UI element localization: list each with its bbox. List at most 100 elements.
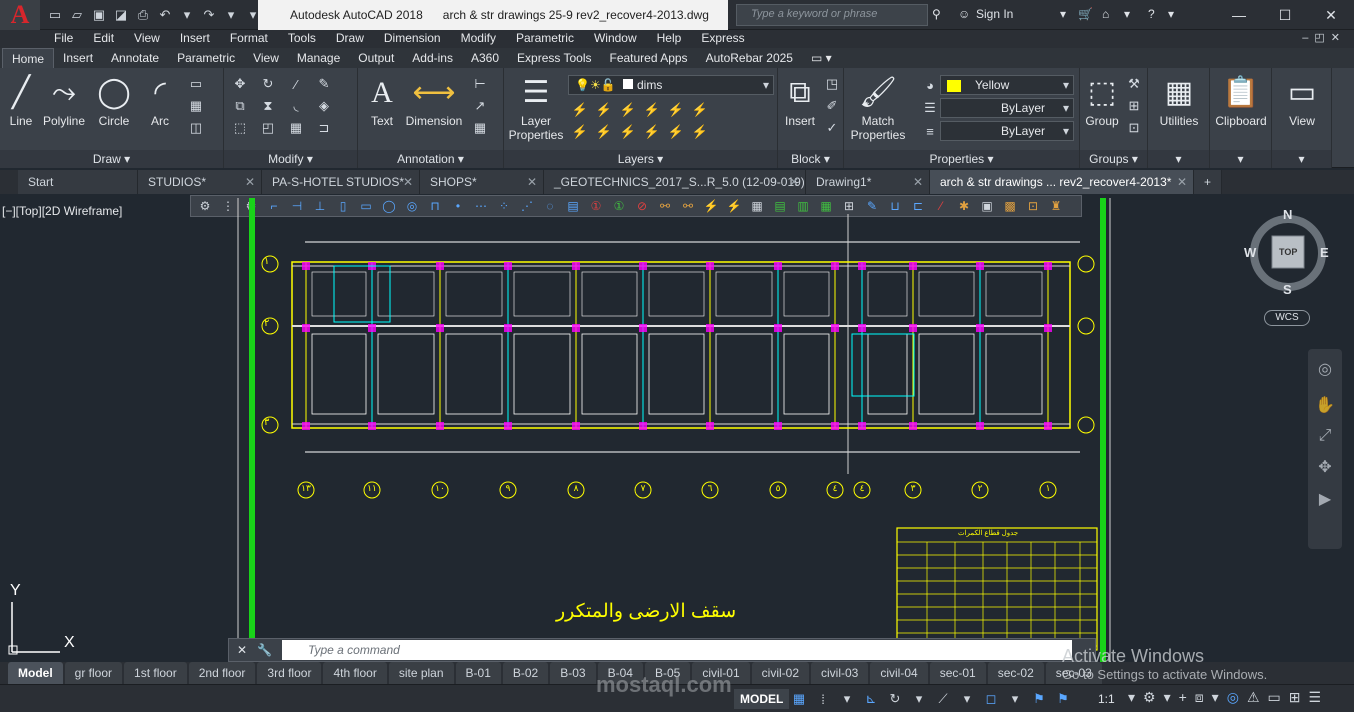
polar-dropdown-icon[interactable]: ▾ (910, 689, 928, 709)
layout-tab[interactable]: 2nd floor (188, 662, 256, 684)
layout-tab[interactable]: sec-01 (929, 662, 986, 684)
close-tab-icon[interactable]: ✕ (403, 170, 413, 194)
file-tab-drawing1[interactable]: Drawing1* ✕ (806, 170, 930, 194)
stretch-icon[interactable]: ⬚ (230, 118, 250, 138)
ortho-icon[interactable]: ⊾ (862, 689, 880, 709)
polyline-button[interactable]: ⤳ Polyline (40, 76, 88, 129)
tab-annotate[interactable]: Annotate (102, 48, 168, 68)
layout-tab[interactable]: B-02 (502, 662, 549, 684)
signin-dropdown-icon[interactable]: ▾ (1060, 7, 1066, 21)
menu-modify[interactable]: Modify (451, 30, 506, 48)
tab-a360[interactable]: A360 (462, 48, 508, 68)
layer-tool-9-icon[interactable]: ⚡ (618, 122, 638, 142)
view-button[interactable]: ▭ View (1276, 76, 1328, 129)
clipboard-button[interactable]: 📋 Clipboard (1212, 76, 1270, 129)
layout-tab[interactable]: 4th floor (323, 662, 387, 684)
file-tab-shops[interactable]: SHOPS* ✕ (420, 170, 544, 194)
doc-window-controls[interactable]: –◰✕ (1302, 31, 1346, 44)
menu-dimension[interactable]: Dimension (374, 30, 451, 48)
osnap-dropdown-icon[interactable]: ▾ (1006, 689, 1024, 709)
line-button[interactable]: ╱ Line (2, 76, 40, 129)
sign-in-link[interactable]: Sign In (976, 7, 1013, 21)
tab-output[interactable]: Output (349, 48, 403, 68)
properties-panel-title[interactable]: Properties ▾ (844, 150, 1079, 168)
layout-tab[interactable]: civil-03 (811, 662, 869, 684)
minimize-button[interactable]: — (1216, 0, 1262, 30)
menu-insert[interactable]: Insert (170, 30, 220, 48)
pan-icon[interactable]: ✋ (1308, 395, 1342, 415)
close-tab-icon[interactable]: ✕ (1177, 170, 1187, 194)
annotation-panel-title[interactable]: Annotation ▾ (358, 150, 503, 168)
tab-express-tools[interactable]: Express Tools (508, 48, 600, 68)
user-icon[interactable]: ☺ (958, 7, 970, 21)
status-right-icons[interactable]: ▾⚙▾+⧈▾◎⚠▭⊞☰ (1128, 689, 1329, 706)
showmotion-icon[interactable]: ▶ (1308, 489, 1342, 509)
layer-tool-12-icon[interactable]: ⚡ (690, 122, 710, 142)
leader-icon[interactable]: ↗ (470, 96, 490, 116)
mirror-icon[interactable]: ⧗ (258, 96, 278, 116)
file-tab-start[interactable]: Start (18, 170, 138, 194)
new-file-icon[interactable]: ▭ (46, 6, 64, 24)
menu-window[interactable]: Window (584, 30, 647, 48)
groups-panel-title[interactable]: Groups ▾ (1080, 150, 1147, 168)
menu-file[interactable]: File (44, 30, 83, 48)
layout-tab[interactable]: civil-02 (751, 662, 809, 684)
lineweight-dropdown[interactable]: ByLayer (940, 121, 1074, 141)
osnap-icon[interactable]: ◻ (982, 689, 1000, 709)
circle-button[interactable]: ◯ Circle (92, 76, 136, 129)
utilities-panel-title[interactable]: ▾ (1148, 150, 1209, 168)
insert-button[interactable]: ⧉ Insert (780, 76, 820, 129)
grid-icon[interactable]: ▦ (790, 689, 808, 709)
copy-icon[interactable]: ⧉ (230, 96, 250, 116)
layer-tool-4-icon[interactable]: ⚡ (642, 100, 662, 120)
compass-north[interactable]: N (1283, 207, 1292, 222)
menu-view[interactable]: View (124, 30, 170, 48)
help-icon[interactable]: ? (1148, 7, 1155, 21)
layout-tab[interactable]: site plan (388, 662, 454, 684)
a360-icon[interactable]: ⌂ (1102, 7, 1109, 21)
model-space-toggle[interactable]: MODEL (734, 689, 790, 709)
tab-autorebar[interactable]: AutoRebar 2025 (697, 48, 802, 68)
polar-icon[interactable]: ↻ (886, 689, 904, 709)
file-tab-active[interactable]: arch & str drawings ... rev2_recover4-20… (930, 170, 1194, 194)
zoom-extents-icon[interactable]: ⤢ (1308, 427, 1342, 445)
viewcube-top-label[interactable]: TOP (1279, 247, 1297, 257)
group-select-icon[interactable]: ⊡ (1124, 118, 1144, 138)
utilities-button[interactable]: ▦ Utilities (1152, 76, 1206, 129)
tab-parametric[interactable]: Parametric (168, 48, 244, 68)
layer-tool-5-icon[interactable]: ⚡ (666, 100, 686, 120)
region-icon[interactable]: ◫ (186, 118, 206, 138)
group-edit-icon[interactable]: ⊞ (1124, 96, 1144, 116)
save-icon[interactable]: ▣ (90, 6, 108, 24)
tab-manage[interactable]: Manage (288, 48, 349, 68)
layer-tool-1-icon[interactable]: ⚡ (570, 100, 590, 120)
layers-panel-title[interactable]: Layers ▾ (504, 150, 777, 168)
tab-add-ins[interactable]: Add-ins (403, 48, 462, 68)
scale-icon[interactable]: ◰ (258, 118, 278, 138)
menu-help[interactable]: Help (647, 30, 692, 48)
drawing-viewport[interactable]: [−][Top][2D Wireframe] ⚙ ⋮ ⚙ ⌐ ⊣ ⊥ ▯ ▭ ◯… (0, 194, 1354, 662)
layout-tab[interactable]: civil-04 (870, 662, 928, 684)
group-button[interactable]: ⬚ Group (1082, 76, 1122, 129)
ribbon-minimize-icon[interactable]: ▭ ▾ (802, 48, 841, 68)
ungroup-icon[interactable]: ⚒ (1124, 74, 1144, 94)
steering-wheel-icon[interactable]: ◎ (1308, 359, 1342, 379)
binoculars-icon[interactable]: ⚲ (932, 7, 941, 21)
close-command-line-icon[interactable]: ✕ (237, 643, 247, 657)
block-attribute-icon[interactable]: ✓ (822, 118, 842, 138)
menu-tools[interactable]: Tools (278, 30, 326, 48)
erase-icon[interactable]: ✎ (314, 74, 334, 94)
close-tab-icon[interactable]: ✕ (527, 170, 537, 194)
layer-tool-11-icon[interactable]: ⚡ (666, 122, 686, 142)
plot-icon[interactable]: ⎙ (134, 6, 152, 24)
layer-tool-10-icon[interactable]: ⚡ (642, 122, 662, 142)
connect-dropdown-icon[interactable]: ▾ (1124, 7, 1130, 21)
layout-tab[interactable]: sec-02 (987, 662, 1044, 684)
close-tab-icon[interactable]: ✕ (245, 170, 255, 194)
dimension-button[interactable]: ⟷ Dimension (402, 76, 466, 129)
file-tab-studios[interactable]: STUDIOS* ✕ (138, 170, 262, 194)
block-panel-title[interactable]: Block ▾ (778, 150, 843, 168)
layer-properties-button[interactable]: ☰ Layer Properties (506, 76, 566, 143)
tab-view[interactable]: View (244, 48, 288, 68)
snap-dropdown-icon[interactable]: ▾ (838, 689, 856, 709)
